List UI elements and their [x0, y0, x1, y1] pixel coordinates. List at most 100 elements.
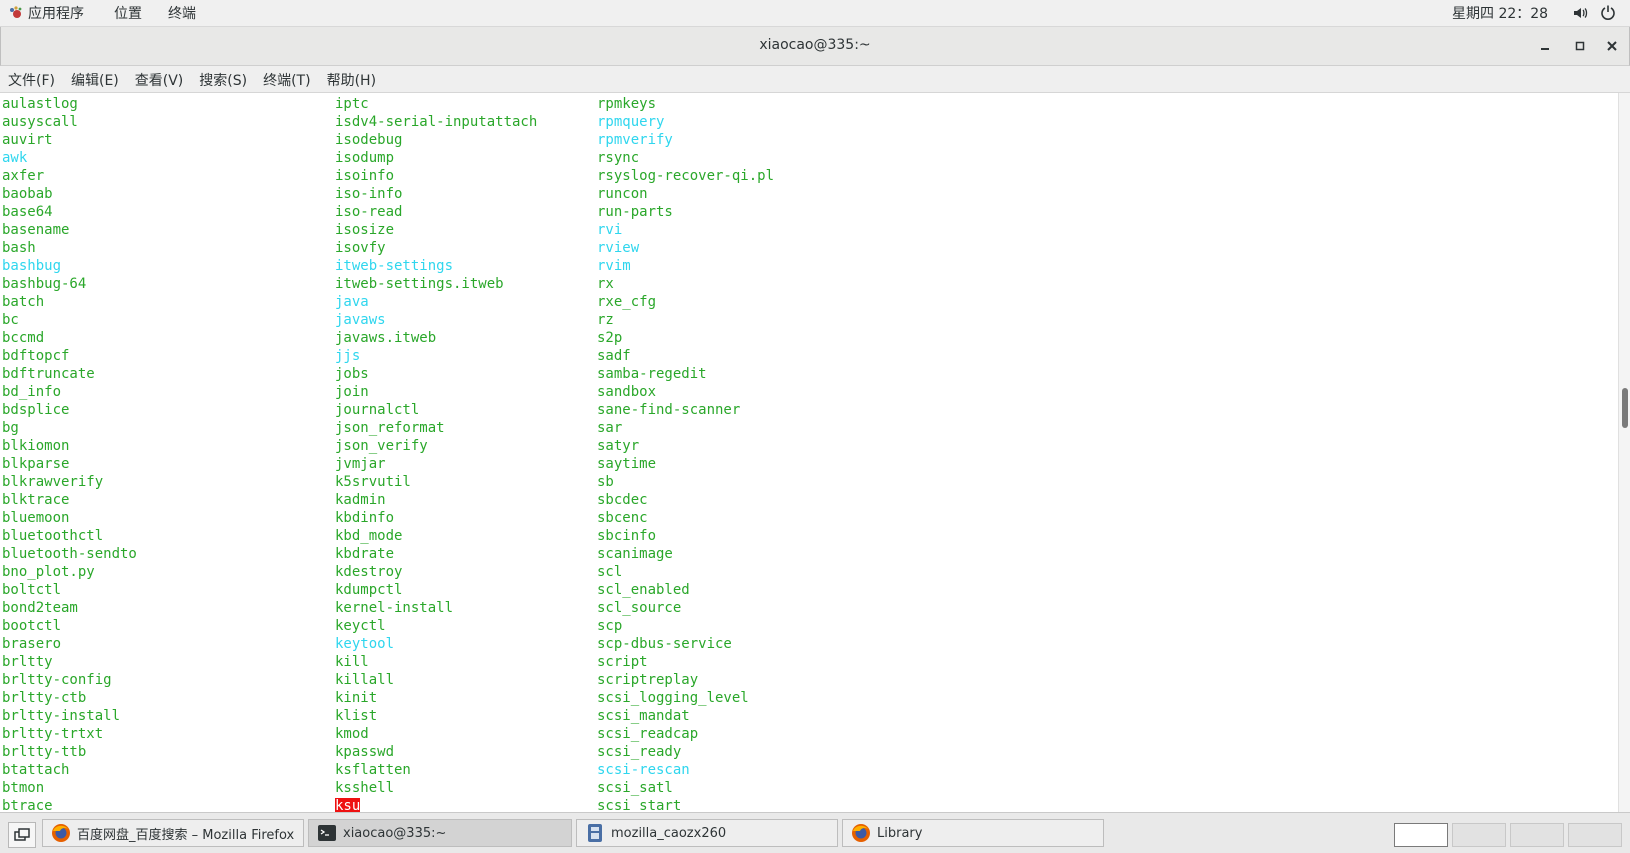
terminal-entry: bg — [2, 420, 19, 436]
menu-file[interactable]: 文件(F) — [0, 66, 63, 92]
scrollbar-thumb[interactable] — [1622, 388, 1628, 428]
workspace-1[interactable] — [1394, 823, 1448, 847]
terminal-entry: bluemoon — [2, 510, 70, 526]
menu-terminal[interactable]: 终端(T) — [255, 66, 318, 92]
terminal-entry: saytime — [597, 456, 657, 472]
taskbar-item-firefox-library[interactable]: Library — [842, 819, 1104, 847]
terminal-entry: scsi-rescan — [597, 762, 690, 778]
terminal-entry: bashbug — [2, 258, 62, 274]
taskbar-item-file-manager[interactable]: mozilla_caozx260 — [576, 819, 838, 847]
terminal-entry: kbd_mode — [335, 528, 403, 544]
terminal-entry: rsync — [597, 150, 640, 166]
terminal-entry: samba-regedit — [597, 366, 707, 382]
terminal-entry: bluetooth-sendto — [2, 546, 137, 562]
terminal-entry: json_verify — [335, 438, 428, 454]
power-icon[interactable] — [1600, 4, 1616, 20]
terminal-entry: kinit — [335, 690, 378, 706]
terminal-entry: aulastlog — [2, 96, 78, 112]
terminal-entry: kbdinfo — [335, 510, 395, 526]
terminal-entry: sbcinfo — [597, 528, 657, 544]
terminal-entry: bdftopcf — [2, 348, 70, 364]
terminal-entry: auvirt — [2, 132, 53, 148]
taskbar-item-terminal[interactable]: xiaocao@335:~ — [308, 819, 572, 847]
terminal-entry: ksshell — [335, 780, 395, 796]
terminal-output[interactable]: aulastlog ausyscall auvirt awk axfer baobab ba… — [0, 93, 1618, 812]
terminal-entry: baobab — [2, 186, 53, 202]
terminal-entry: kdestroy — [335, 564, 403, 580]
menu-search[interactable]: 搜索(S) — [191, 66, 255, 92]
terminal-entry: bash — [2, 240, 36, 256]
terminal-entry: ksflatten — [335, 762, 411, 778]
applications-menu[interactable]: 应用程序 — [8, 3, 84, 23]
terminal-entry: javaws.itweb — [335, 330, 437, 346]
terminal-entry: bluetoothctl — [2, 528, 104, 544]
terminal-entry: itweb-settings.itweb — [335, 276, 504, 292]
terminal-entry: brltty-install — [2, 708, 121, 724]
terminal-entry: scl — [597, 564, 623, 580]
terminal-entry: axfer — [2, 168, 45, 184]
terminal-entry: batch — [2, 294, 45, 310]
file-manager-icon — [588, 824, 602, 842]
workspace-4[interactable] — [1568, 823, 1622, 847]
terminal-entry: rxe_cfg — [597, 294, 657, 310]
terminal-entry: awk — [2, 150, 28, 166]
workspace-2[interactable] — [1452, 823, 1506, 847]
terminal-entry: blktrace — [2, 492, 70, 508]
terminal-app-menu[interactable]: 终端 — [168, 3, 196, 23]
terminal-entry: k5srvutil — [335, 474, 411, 490]
taskbar-item-firefox-baidu[interactable]: 百度网盘_百度搜索 – Mozilla Firefox — [42, 819, 304, 847]
applications-label: 应用程序 — [28, 6, 84, 22]
terminal-entry: keytool — [335, 636, 395, 652]
terminal-entry: scsi_start — [597, 798, 682, 812]
terminal-entry: brltty — [2, 654, 53, 670]
workspace-3[interactable] — [1510, 823, 1564, 847]
terminal-entry: kdumpctl — [335, 582, 403, 598]
terminal-entry: bdsplice — [2, 402, 70, 418]
terminal-entry: scl_enabled — [597, 582, 690, 598]
terminal-entry: kpasswd — [335, 744, 395, 760]
maximize-icon[interactable] — [1571, 37, 1589, 55]
terminal-entry: scanimage — [597, 546, 673, 562]
terminal-entry: brltty-config — [2, 672, 112, 688]
terminal-entry: jobs — [335, 366, 369, 382]
terminal-column-2: iptc isdv4-serial-inputattach isodebug isod… — [335, 95, 537, 812]
terminal-entry: brasero — [2, 636, 62, 652]
terminal-entry: sbcenc — [597, 510, 648, 526]
terminal-entry: basename — [2, 222, 70, 238]
menu-view[interactable]: 查看(V) — [127, 66, 192, 92]
minimize-icon[interactable] — [1536, 37, 1554, 55]
terminal-entry: btattach — [2, 762, 70, 778]
terminal-entry: bashbug-64 — [2, 276, 87, 292]
menu-edit[interactable]: 编辑(E) — [63, 66, 127, 92]
close-icon[interactable] — [1603, 37, 1621, 55]
terminal-column-1: aulastlog ausyscall auvirt awk axfer baobab ba… — [2, 95, 137, 812]
terminal-entry: jjs — [335, 348, 361, 364]
top-panel: 应用程序 位置 终端 星期四 22：28 — [0, 0, 1630, 27]
terminal-entry: kill — [335, 654, 369, 670]
terminal-entry: java — [335, 294, 369, 310]
terminal-entry: sb — [597, 474, 614, 490]
taskbar-item-label: xiaocao@335:~ — [343, 825, 447, 841]
terminal-column-3: rpmkeys rpmquery rpmverify rsync rsyslog-rec… — [597, 95, 774, 812]
firefox-icon — [52, 824, 70, 842]
terminal-scrollbar[interactable] — [1618, 93, 1630, 812]
terminal-entry: isovfy — [335, 240, 386, 256]
places-menu[interactable]: 位置 — [114, 3, 142, 23]
terminal-entry: ausyscall — [2, 114, 78, 130]
terminal-entry: kbdrate — [335, 546, 395, 562]
terminal-entry: iso-read — [335, 204, 403, 220]
terminal-entry: itweb-settings — [335, 258, 454, 274]
terminal-entry: bdftruncate — [2, 366, 95, 382]
window-titlebar[interactable]: xiaocao@335:~ — [0, 27, 1630, 66]
show-desktop-button[interactable] — [8, 822, 36, 848]
terminal-entry: btrace — [2, 798, 53, 812]
terminal-entry: brltty-trtxt — [2, 726, 104, 742]
terminal-entry: jvmjar — [335, 456, 386, 472]
terminal-entry: javaws — [335, 312, 386, 328]
gnome-foot-icon — [10, 6, 22, 18]
terminal-entry: sbcdec — [597, 492, 648, 508]
clock[interactable]: 星期四 22：28 — [1452, 3, 1548, 23]
volume-icon[interactable] — [1572, 5, 1588, 21]
taskbar-item-label: 百度网盘_百度搜索 – Mozilla Firefox — [77, 827, 295, 843]
menu-help[interactable]: 帮助(H) — [319, 66, 384, 92]
